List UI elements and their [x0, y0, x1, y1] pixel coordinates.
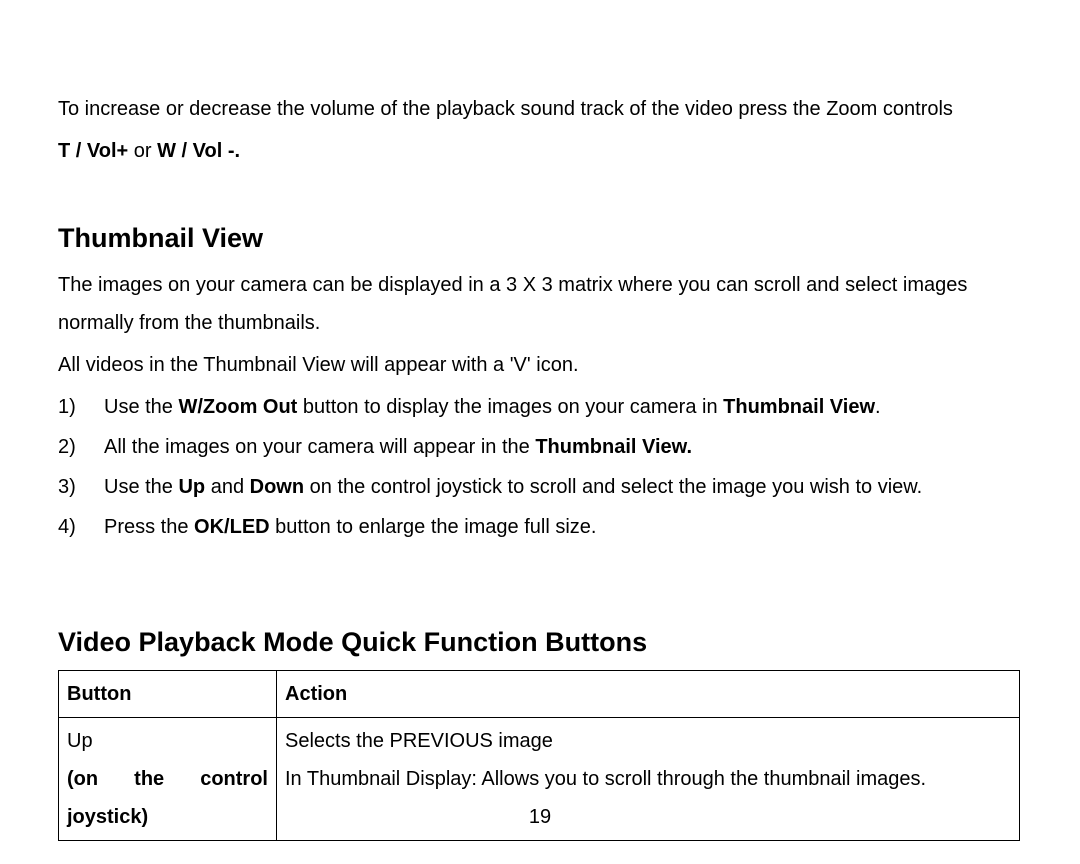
list-text-mid: and — [205, 476, 249, 498]
list-text-pre: Use the — [104, 396, 178, 418]
word-on: (on — [67, 760, 98, 798]
intro-vol: T / Vol+ or W / Vol -. — [58, 132, 1020, 170]
intro-line: To increase or decrease the volume of th… — [58, 90, 1020, 128]
thumbnail-p1: The images on your camera can be display… — [58, 266, 1020, 342]
list-text-b1: OK/LED — [194, 516, 270, 538]
header-button: Button — [59, 670, 277, 717]
list-text: All the images on your camera will appea… — [104, 428, 1020, 466]
list-num: 1) — [58, 388, 104, 426]
list-text-post: . — [875, 396, 881, 418]
playback-heading: Video Playback Mode Quick Function Butto… — [58, 624, 1020, 662]
word-the: the — [134, 760, 164, 798]
button-on-control: (on the control — [67, 760, 268, 798]
thumbnail-heading: Thumbnail View — [58, 220, 1020, 258]
list-text-pre: Press the — [104, 516, 194, 538]
list-text: Use the Up and Down on the control joyst… — [104, 468, 1020, 506]
list-item: 4) Press the OK/LED button to enlarge th… — [58, 508, 1020, 546]
list-num: 4) — [58, 508, 104, 546]
action-line1: Selects the PREVIOUS image — [285, 722, 1011, 760]
list-item: 2) All the images on your camera will ap… — [58, 428, 1020, 466]
list-text-pre: All the images on your camera will appea… — [104, 436, 535, 458]
list-text: Use the W/Zoom Out button to display the… — [104, 388, 1020, 426]
word-control: control — [200, 760, 268, 798]
vol-or: or — [134, 140, 157, 162]
list-text-mid: button to display the images on your cam… — [297, 396, 723, 418]
list-num: 2) — [58, 428, 104, 466]
list-item: 1) Use the W/Zoom Out button to display … — [58, 388, 1020, 426]
list-text-pre: Use the — [104, 476, 178, 498]
action-line2: In Thumbnail Display: Allows you to scro… — [285, 760, 1011, 798]
list-item: 3) Use the Up and Down on the control jo… — [58, 468, 1020, 506]
list-text-post: on the control joystick to scroll and se… — [304, 476, 922, 498]
vol-minus: W / Vol -. — [157, 140, 240, 162]
list-text-b2: Down — [250, 476, 304, 498]
table-header-row: Button Action — [59, 670, 1020, 717]
thumbnail-p2: All videos in the Thumbnail View will ap… — [58, 346, 1020, 384]
list-text-b2: Thumbnail View — [723, 396, 875, 418]
header-action: Action — [277, 670, 1020, 717]
list-text-b1: W/Zoom Out — [178, 396, 297, 418]
list-num: 3) — [58, 468, 104, 506]
button-up: Up — [67, 722, 268, 760]
list-text-mid: button to enlarge the image full size. — [270, 516, 597, 538]
page-number: 19 — [0, 798, 1080, 836]
list-text: Press the OK/LED button to enlarge the i… — [104, 508, 1020, 546]
vol-plus: T / Vol+ — [58, 140, 134, 162]
list-text-b1: Thumbnail View. — [535, 436, 692, 458]
list-text-b1: Up — [178, 476, 205, 498]
